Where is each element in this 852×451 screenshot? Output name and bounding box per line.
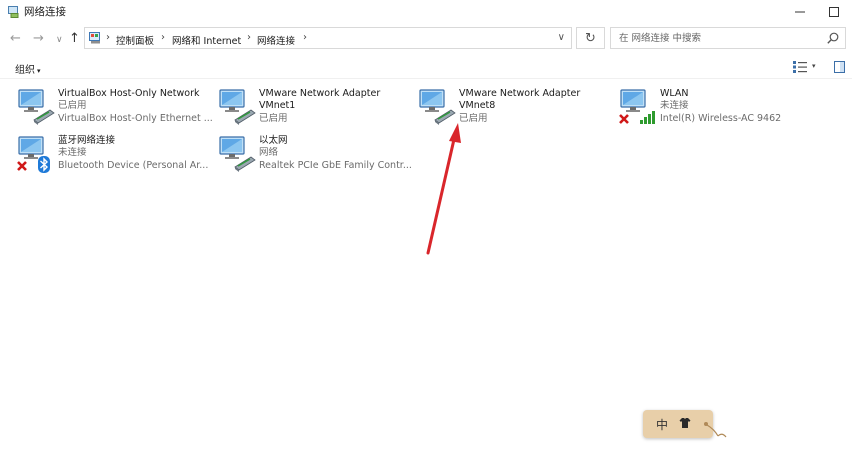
maximize-icon	[829, 7, 839, 17]
refresh-button[interactable]: ↻	[576, 27, 605, 49]
connection-name: 蓝牙网络连接	[58, 135, 116, 146]
organize-label: 组织	[15, 65, 35, 76]
up-button[interactable]: ↑	[69, 31, 80, 47]
view-dropdown-button[interactable]: ▾	[812, 62, 816, 70]
connection-name: 以太网	[259, 135, 288, 146]
connection-status: 网络	[259, 147, 279, 158]
connection-name: WLAN	[660, 88, 689, 99]
minimize-icon	[795, 11, 805, 13]
maximize-button[interactable]	[817, 0, 851, 24]
breadcrumb-separator[interactable]: ›	[247, 32, 251, 43]
breadcrumb-control-panel[interactable]: 控制面板	[116, 33, 154, 47]
control-panel-icon	[89, 32, 100, 44]
organize-menu[interactable]: 组织 ▾	[15, 61, 41, 76]
recent-locations-button[interactable]: ∨	[56, 32, 63, 48]
connection-item-wlan[interactable]: WLAN 未连接 Intel(R) Wireless-AC 9462	[618, 87, 818, 127]
preview-pane-icon[interactable]	[834, 61, 845, 73]
address-bar[interactable]: › 控制面板 › 网络和 Internet › 网络连接 › ∨	[84, 27, 572, 49]
ime-language: 中	[656, 418, 669, 432]
address-history-dropdown[interactable]: ∨	[558, 32, 565, 43]
network-adapter-icon	[16, 87, 56, 127]
connection-item-ethernet[interactable]: 以太网 网络 Realtek PCIe GbE Family Contr...	[217, 134, 417, 174]
connection-item-virtualbox[interactable]: VirtualBox Host-Only Network 已启用 Virtual…	[16, 87, 216, 127]
shirt-icon	[679, 418, 691, 428]
connection-name-line2: VMnet1	[259, 100, 296, 111]
connection-status: 已启用	[459, 113, 488, 124]
network-adapter-icon	[417, 87, 457, 127]
connection-status: 已启用	[58, 100, 87, 111]
command-bar: 组织 ▾ ▾	[0, 56, 852, 79]
title-bar: 网络连接	[0, 0, 852, 24]
back-button[interactable]: ←	[10, 31, 21, 47]
connection-status: 未连接	[58, 147, 87, 158]
search-input[interactable]	[611, 28, 833, 48]
breadcrumb-network-connections[interactable]: 网络连接	[257, 33, 295, 47]
connection-item-vmnet1[interactable]: VMware Network Adapter VMnet1 已启用	[217, 87, 417, 127]
connection-status: 已启用	[259, 113, 288, 124]
breadcrumb-network-internet[interactable]: 网络和 Internet	[172, 33, 241, 47]
connection-name: VirtualBox Host-Only Network	[58, 88, 200, 99]
forward-button[interactable]: →	[33, 31, 44, 47]
chevron-down-icon: ▾	[37, 67, 41, 75]
search-box[interactable]	[610, 27, 846, 49]
connection-name: VMware Network Adapter	[259, 88, 381, 99]
connection-name-line2: VMnet8	[459, 100, 496, 111]
navigation-bar: ← → ∨ ↑ › 控制面板 › 网络和 Internet › 网络连接 › ∨…	[0, 26, 852, 52]
ime-tail-decoration	[704, 422, 727, 438]
window-title: 网络连接	[24, 6, 66, 18]
wireless-adapter-icon	[619, 89, 655, 124]
connection-status: 未连接	[660, 100, 689, 111]
connection-device: Intel(R) Wireless-AC 9462	[660, 113, 782, 124]
breadcrumb-separator[interactable]: ›	[161, 32, 165, 43]
connection-item-bluetooth[interactable]: 蓝牙网络连接 未连接 Bluetooth Device (Personal Ar…	[16, 134, 216, 174]
breadcrumb-separator[interactable]: ›	[106, 32, 110, 43]
search-icon	[827, 32, 839, 44]
connection-device: VirtualBox Host-Only Ethernet ...	[58, 113, 213, 124]
bluetooth-adapter-icon	[17, 136, 50, 173]
network-connections-icon	[8, 6, 19, 18]
network-adapter-icon	[217, 134, 257, 174]
breadcrumb-separator[interactable]: ›	[303, 32, 307, 43]
connection-device: Realtek PCIe GbE Family Contr...	[259, 160, 412, 171]
connection-device: Bluetooth Device (Personal Ar...	[58, 160, 209, 171]
minimize-button[interactable]	[783, 0, 817, 24]
connection-name: VMware Network Adapter	[459, 88, 581, 99]
view-options-icon[interactable]	[793, 61, 807, 73]
connection-item-vmnet8[interactable]: VMware Network Adapter VMnet8 已启用	[417, 87, 617, 127]
network-adapter-icon	[217, 87, 257, 127]
